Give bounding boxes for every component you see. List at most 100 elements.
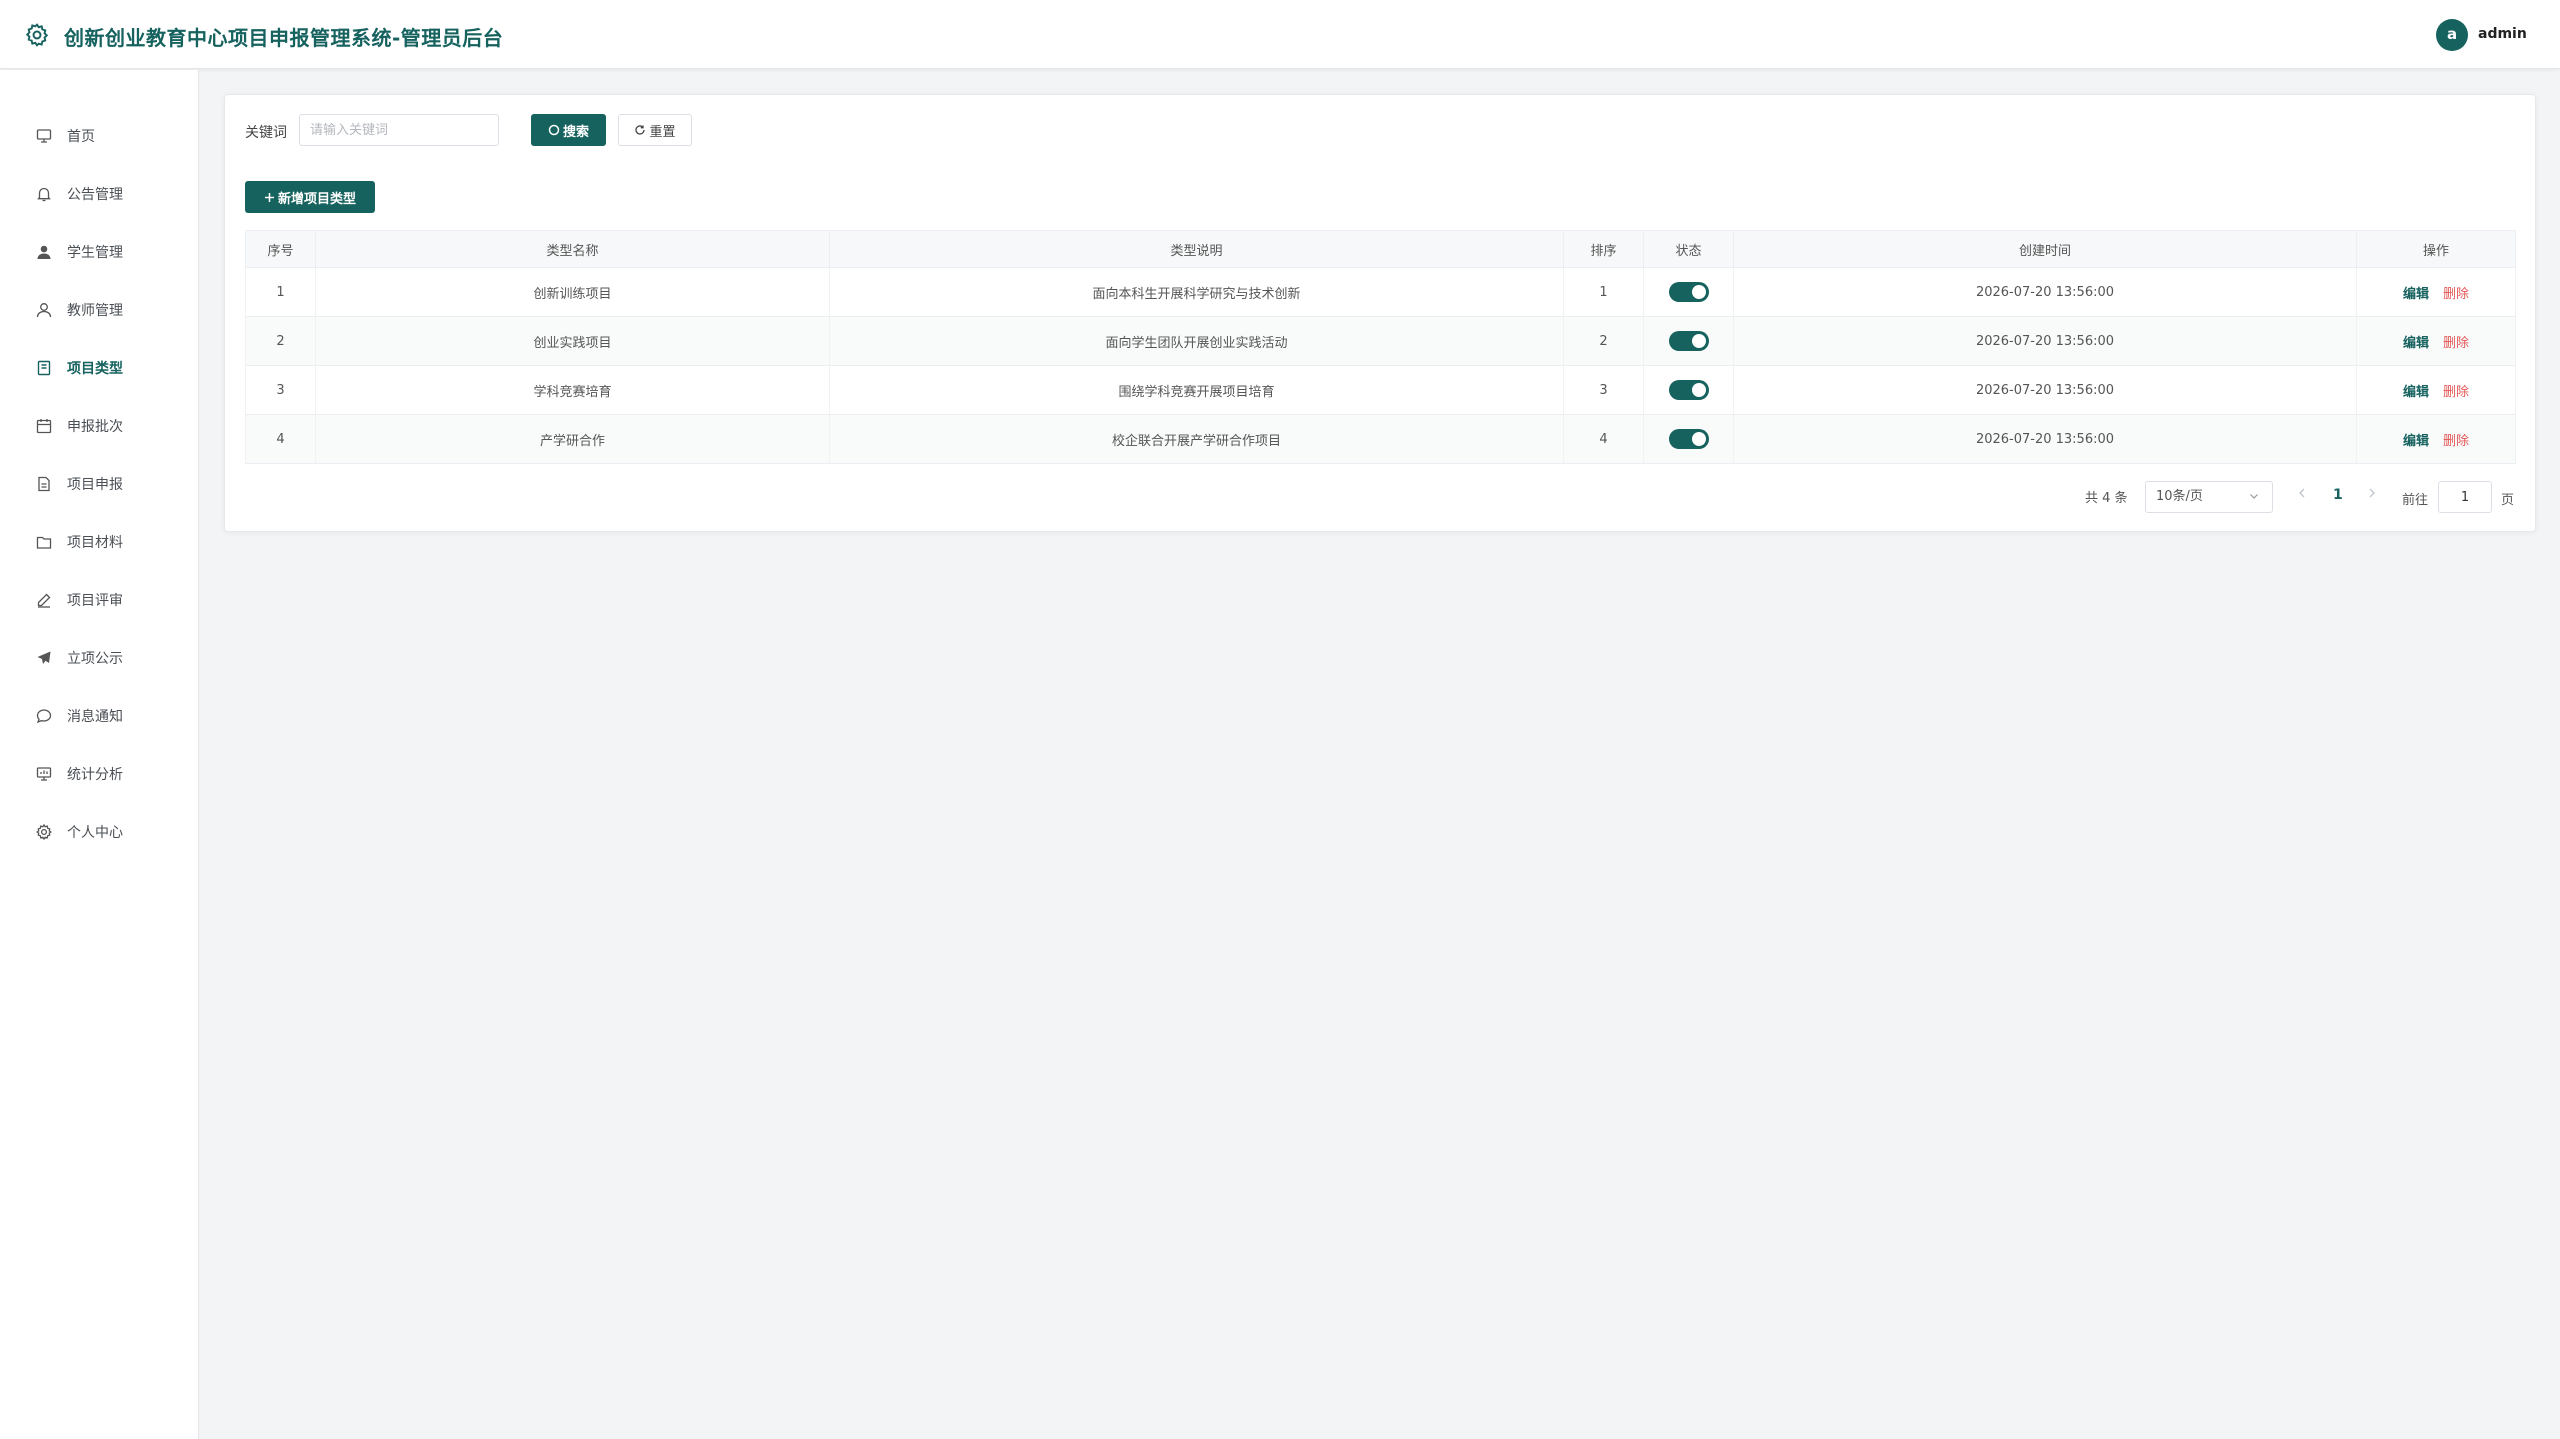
reset-button[interactable]: 重置 [618, 114, 692, 146]
user-icon [36, 303, 52, 318]
cell-status [1643, 267, 1734, 317]
chevron-right-icon [2369, 488, 2375, 498]
sidebar-item-label: 学生管理 [67, 245, 123, 261]
sidebar-item-label: 个人中心 [67, 825, 123, 841]
next-page-button[interactable] [2367, 487, 2377, 503]
sidebar-item-teachers[interactable]: 教师管理 [0, 290, 199, 330]
col-sort: 排序 [1563, 230, 1644, 268]
cell-actions: 编辑 删除 [2356, 316, 2516, 366]
sidebar-item-students[interactable]: 学生管理 [0, 232, 199, 272]
calendar-icon [36, 419, 52, 434]
sidebar-item-label: 教师管理 [67, 303, 123, 319]
top-header: 创新创业教育中心项目申报管理系统-管理员后台 a admin [0, 0, 2560, 69]
sidebar-item-announcements[interactable]: 公告管理 [0, 174, 199, 214]
setting-icon [36, 823, 52, 841]
sidebar-item-materials[interactable]: 项目材料 [0, 522, 199, 562]
user-filled-icon [37, 245, 51, 259]
add-project-type-button[interactable]: 新增项目类型 [245, 181, 375, 213]
col-status: 状态 [1643, 230, 1734, 268]
status-toggle[interactable] [1668, 282, 1709, 302]
sidebar-item-reviews[interactable]: 项目评审 [0, 580, 199, 620]
edit-button[interactable]: 编辑 [2403, 287, 2429, 302]
sidebar-item-home[interactable]: 首页 [0, 116, 199, 156]
keyword-input[interactable] [299, 114, 499, 146]
cell-actions: 编辑 删除 [2356, 267, 2516, 317]
sidebar-item-profile[interactable]: 个人中心 [0, 812, 199, 852]
delete-button[interactable]: 删除 [2443, 287, 2469, 302]
project-type-table: 序号 类型名称 类型说明 排序 状态 创建时间 操作 1 创新训练项目 面向本科… [245, 230, 2516, 464]
username[interactable]: admin [2478, 26, 2527, 42]
prev-page-button[interactable] [2297, 487, 2307, 503]
sidebar-item-label: 首页 [67, 129, 95, 145]
sidebar-item-label: 消息通知 [67, 709, 123, 725]
cell-sort: 1 [1563, 267, 1644, 317]
sidebar-item-label: 公告管理 [67, 187, 123, 203]
cell-name: 创新训练项目 [315, 267, 830, 317]
sidebar-item-label: 申报批次 [67, 419, 123, 435]
search-button[interactable]: 搜索 [531, 114, 606, 146]
cell-index: 1 [245, 267, 316, 317]
status-toggle[interactable] [1668, 429, 1709, 449]
table-header-row: 序号 类型名称 类型说明 排序 状态 创建时间 操作 [245, 230, 2516, 268]
cell-created: 2026-07-20 13:56:00 [1733, 414, 2357, 464]
page-number-current[interactable]: 1 [2333, 487, 2343, 503]
sidebar-item-label: 项目申报 [67, 477, 123, 493]
table-row: 1 创新训练项目 面向本科生开展科学研究与技术创新 1 2026-07-20 1… [245, 267, 2516, 317]
sidebar-item-label: 立项公示 [67, 651, 123, 667]
col-name: 类型名称 [315, 230, 830, 268]
delete-button[interactable]: 删除 [2443, 434, 2469, 449]
cell-desc: 面向本科生开展科学研究与技术创新 [829, 267, 1564, 317]
goto-page-input[interactable] [2438, 481, 2492, 513]
col-desc: 类型说明 [829, 230, 1564, 268]
keyword-label: 关键词 [245, 125, 287, 141]
cell-desc: 校企联合开展产学研合作项目 [829, 414, 1564, 464]
edit-button[interactable]: 编辑 [2403, 434, 2429, 449]
sidebar-item-publicity[interactable]: 立项公示 [0, 638, 199, 678]
edit-pen-icon [37, 593, 51, 608]
col-created: 创建时间 [1733, 230, 2357, 268]
sidebar-item-batches[interactable]: 申报批次 [0, 406, 199, 446]
sidebar-item-notifications[interactable]: 消息通知 [0, 696, 199, 736]
table-row: 2 创业实践项目 面向学生团队开展创业实践活动 2 2026-07-20 13:… [245, 316, 2516, 366]
goto-unit: 页 [2501, 493, 2515, 508]
table-row: 4 产学研合作 校企联合开展产学研合作项目 4 2026-07-20 13:56… [245, 414, 2516, 464]
page-size-value: 10条/页 [2156, 489, 2203, 504]
folder-icon [36, 536, 52, 549]
edit-button[interactable]: 编辑 [2403, 385, 2429, 400]
sidebar-item-statistics[interactable]: 统计分析 [0, 754, 199, 794]
avatar[interactable]: a [2436, 19, 2468, 51]
chevron-down-icon [2250, 494, 2258, 499]
cell-desc: 面向学生团队开展创业实践活动 [829, 316, 1564, 366]
pagination-total: 共 4 条 [2085, 491, 2128, 506]
sidebar-item-label: 项目评审 [67, 593, 123, 609]
app-title: 创新创业教育中心项目申报管理系统-管理员后台 [64, 26, 504, 50]
gear-icon [25, 23, 49, 47]
content-card: 关键词 搜索 重置 新增项目类型 序号 类型名称 类型说明 排序 状态 创建时间… [224, 94, 2536, 532]
cell-status [1643, 414, 1734, 464]
cell-created: 2026-07-20 13:56:00 [1733, 316, 2357, 366]
chevron-left-icon [2299, 488, 2305, 498]
edit-button[interactable]: 编辑 [2403, 336, 2429, 351]
cell-status [1643, 365, 1734, 415]
col-index: 序号 [245, 230, 316, 268]
reset-button-label: 重置 [649, 124, 676, 140]
sidebar-item-applications[interactable]: 项目申报 [0, 464, 199, 504]
cell-created: 2026-07-20 13:56:00 [1733, 267, 2357, 317]
goto-label: 前往 [2402, 493, 2429, 508]
delete-button[interactable]: 删除 [2443, 336, 2469, 351]
cell-created: 2026-07-20 13:56:00 [1733, 365, 2357, 415]
status-toggle[interactable] [1668, 331, 1709, 351]
cell-desc: 围绕学科竞赛开展项目培育 [829, 365, 1564, 415]
search-button-label: 搜索 [562, 124, 589, 140]
cell-name: 产学研合作 [315, 414, 830, 464]
cell-index: 4 [245, 414, 316, 464]
sidebar-item-label: 项目类型 [67, 361, 123, 377]
sidebar-item-label: 项目材料 [67, 535, 123, 551]
sidebar-item-project-types[interactable]: 项目类型 [0, 348, 199, 388]
page-size-select[interactable]: 10条/页 [2145, 481, 2273, 513]
status-toggle[interactable] [1668, 380, 1709, 400]
cell-index: 2 [245, 316, 316, 366]
cell-index: 3 [245, 365, 316, 415]
cell-actions: 编辑 删除 [2356, 365, 2516, 415]
delete-button[interactable]: 删除 [2443, 385, 2469, 400]
